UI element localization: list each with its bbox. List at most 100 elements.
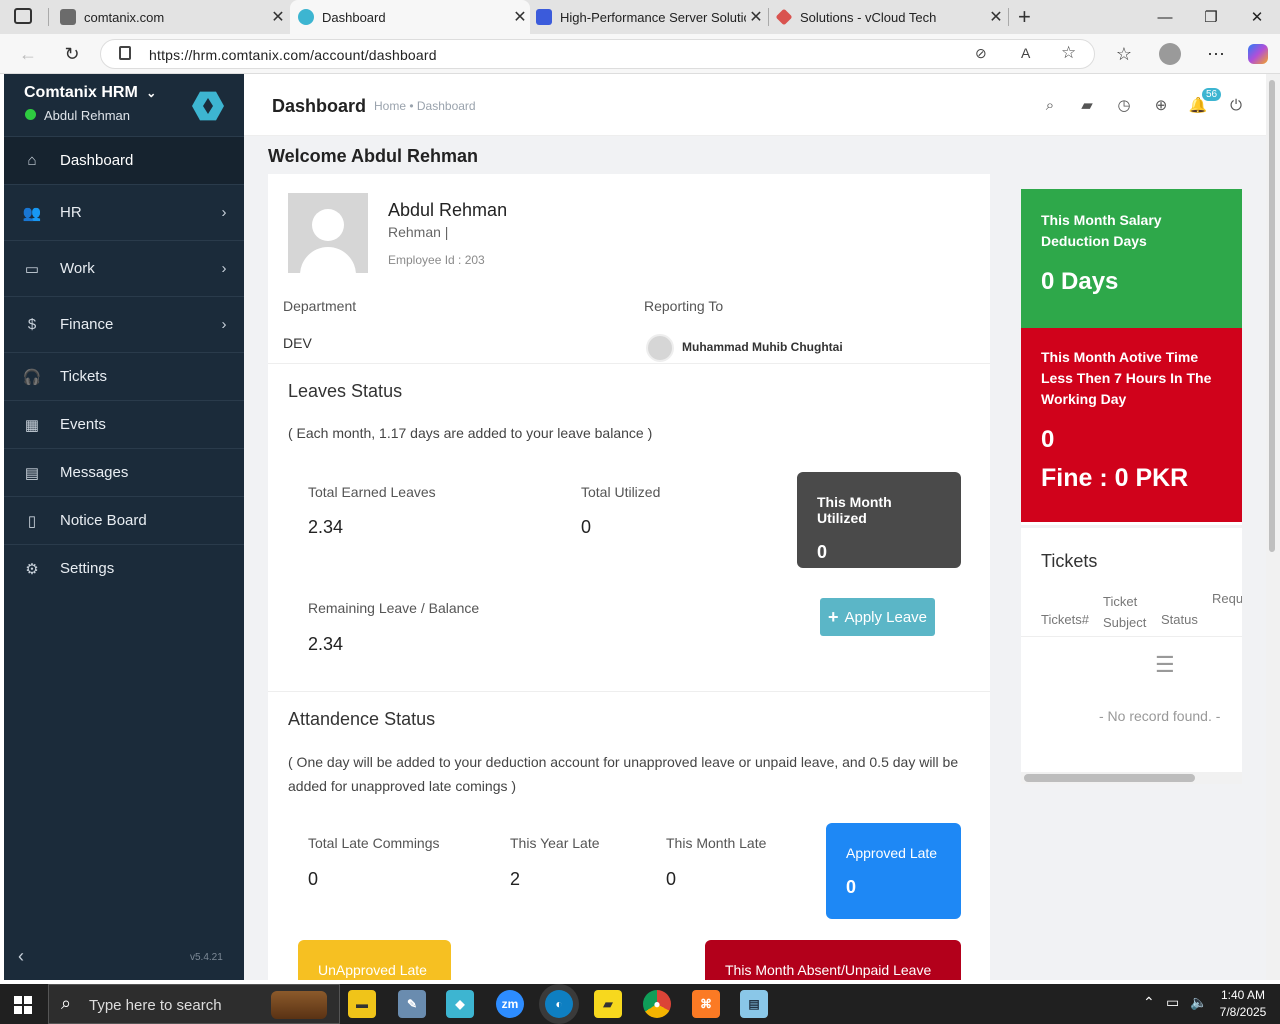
late-comings-value: 0: [308, 869, 319, 889]
file-explorer-icon[interactable]: ▬: [348, 990, 376, 1018]
sidebar-item-notice-board[interactable]: ▯ Notice Board: [4, 496, 244, 544]
sticky-note-icon[interactable]: ▰: [1076, 94, 1098, 116]
apply-leave-button[interactable]: + Apply Leave: [820, 598, 935, 636]
copilot-icon[interactable]: [1244, 40, 1272, 68]
cake-decoration-icon: [271, 991, 327, 1019]
tracking-icon[interactable]: ⊘: [975, 45, 987, 62]
browser-tab-comtanix[interactable]: comtanix.com ✕: [56, 0, 288, 34]
profile-icon[interactable]: [1156, 40, 1184, 68]
browser-tab-dashboard[interactable]: Dashboard ✕: [290, 0, 530, 34]
taskbar-search-field[interactable]: ⌕ Type here to search: [48, 984, 340, 1024]
salary-deduction-title: This Month Salary Deduction Days: [1041, 212, 1162, 249]
paint-app-icon[interactable]: ✎: [398, 990, 426, 1018]
close-tab-icon[interactable]: ✕: [268, 7, 288, 27]
scrollbar-thumb[interactable]: [1269, 80, 1275, 552]
divider: [1021, 636, 1242, 637]
edge-browser-icon[interactable]: ◐: [545, 990, 573, 1018]
earned-leaves-value: 2.34: [308, 517, 344, 537]
chevron-down-icon[interactable]: ⌄: [146, 86, 156, 100]
browser-tab-server-solutions[interactable]: High-Performance Server Solution ✕: [532, 0, 766, 34]
browser-tab-bar: comtanix.com ✕ Dashboard ✕ High-Performa…: [0, 0, 1280, 34]
month-late-value: 0: [666, 869, 677, 889]
close-window-icon[interactable]: ✕: [1234, 0, 1280, 34]
clipboard-icon: ▯: [27, 512, 37, 530]
tickets-panel: Tickets Tickets# Ticket Subject Status R…: [1021, 528, 1242, 772]
headset-icon: 🎧: [22, 368, 42, 386]
sidebar-item-events[interactable]: ▦ Events: [4, 400, 244, 448]
utilized-value: 0: [581, 517, 592, 537]
sidebar-item-finance[interactable]: $ Finance ›: [4, 296, 244, 352]
sidebar-item-tickets[interactable]: 🎧 Tickets: [4, 352, 244, 400]
late-comings-label: Total Late Commings: [308, 835, 440, 851]
favorites-icon[interactable]: ☆: [1110, 40, 1138, 68]
sidebar-item-hr[interactable]: 👥 HR ›: [4, 184, 244, 240]
show-hidden-icons[interactable]: ⌃: [1143, 994, 1155, 1011]
sidebar-item-label: HR: [60, 204, 82, 221]
page-title: Dashboard: [272, 96, 367, 116]
sidebar-item-label: Events: [60, 416, 106, 433]
clock-date[interactable]: 7/8/2025: [1216, 1005, 1270, 1019]
notepad-icon[interactable]: ▤: [740, 990, 768, 1018]
add-icon[interactable]: ⊕: [1150, 94, 1172, 116]
brand-name[interactable]: Comtanix HRM ⌄: [24, 84, 156, 102]
scrollbar-thumb[interactable]: [1024, 774, 1195, 782]
power-icon[interactable]: ⏻: [1225, 94, 1247, 116]
sidebar-item-label: Dashboard: [60, 152, 134, 169]
favorite-star-icon[interactable]: ☆: [1061, 43, 1076, 63]
refresh-icon[interactable]: ↻: [58, 40, 86, 68]
new-tab-icon[interactable]: +: [1018, 4, 1031, 30]
status-column-header[interactable]: Status: [1161, 612, 1198, 627]
salary-deduction-tile: This Month Salary Deduction Days 0 Days: [1021, 189, 1242, 328]
fine-amount: Fine : 0 PKR: [1041, 464, 1189, 492]
sticky-notes-icon[interactable]: ▰: [594, 990, 622, 1018]
year-late-label: This Year Late: [510, 835, 600, 851]
breadcrumb[interactable]: Home • Dashboard: [374, 99, 476, 113]
url-field[interactable]: https://hrm.comtanix.com/account/dashboa…: [100, 39, 1095, 69]
close-tab-icon[interactable]: ✕: [746, 7, 766, 27]
close-tab-icon[interactable]: ✕: [986, 7, 1006, 27]
collapse-sidebar-icon[interactable]: ‹: [18, 946, 24, 967]
start-icon[interactable]: [14, 996, 32, 1014]
year-late-value: 2: [510, 869, 521, 889]
url-text: https://hrm.comtanix.com/account/dashboa…: [149, 47, 437, 63]
xampp-icon[interactable]: ⌘: [692, 990, 720, 1018]
back-icon[interactable]: ←: [14, 40, 42, 68]
zoom-icon[interactable]: zm: [496, 990, 524, 1018]
sidebar-item-dashboard[interactable]: ⌂ Dashboard: [4, 136, 244, 184]
lock-icon[interactable]: [119, 46, 131, 60]
clock-time[interactable]: 1:40 AM: [1218, 988, 1268, 1002]
more-menu-icon[interactable]: ⋯: [1202, 40, 1230, 68]
chrome-icon[interactable]: ●: [643, 990, 671, 1018]
restore-icon[interactable]: ❐: [1188, 0, 1234, 34]
close-tab-icon[interactable]: ✕: [510, 7, 530, 27]
subject-column-header[interactable]: Ticket Subject: [1103, 591, 1153, 633]
volume-icon[interactable]: 🔈: [1190, 994, 1207, 1011]
tickets-column-header[interactable]: Tickets#: [1041, 612, 1089, 627]
read-aloud-icon[interactable]: A: [1021, 45, 1030, 61]
tab-actions-icon[interactable]: [14, 8, 32, 24]
dashboard-favicon-icon: [298, 9, 314, 25]
minimize-icon[interactable]: —: [1142, 0, 1188, 34]
reporting-to-name[interactable]: Muhammad Muhib Chughtai: [682, 340, 843, 354]
network-icon[interactable]: ▭: [1166, 994, 1179, 1011]
manager-avatar[interactable]: [646, 334, 674, 362]
horizontal-scrollbar[interactable]: [1021, 772, 1242, 784]
sidebar-item-work[interactable]: ▭ Work ›: [4, 240, 244, 296]
hrm-app-icon[interactable]: ◆: [446, 990, 474, 1018]
brand-logo-icon[interactable]: [192, 91, 224, 121]
month-utilized-label: This Month Utilized: [817, 494, 892, 526]
requester-column-header[interactable]: Requ: [1212, 591, 1242, 606]
sidebar-item-messages[interactable]: ▤ Messages: [4, 448, 244, 496]
earned-leaves-label: Total Earned Leaves: [308, 484, 436, 500]
approved-late-label: Approved Late: [846, 845, 938, 861]
profile-card: Abdul Rehman Rehman | Employee Id : 203 …: [268, 174, 990, 980]
browser-tab-vcloud[interactable]: Solutions - vCloud Tech ✕: [772, 0, 1006, 34]
site-favicon-icon: [60, 9, 76, 25]
tab-label: High-Performance Server Solution: [560, 9, 746, 25]
active-time-value: 0: [1041, 426, 1055, 453]
clock-icon[interactable]: ◷: [1113, 94, 1135, 116]
sidebar-item-settings[interactable]: ⚙ Settings: [4, 544, 244, 592]
sidebar-item-label: Finance: [60, 316, 114, 333]
search-icon[interactable]: ⌕: [1039, 94, 1061, 116]
unapproved-late-tile: UnApproved Late: [298, 940, 451, 980]
